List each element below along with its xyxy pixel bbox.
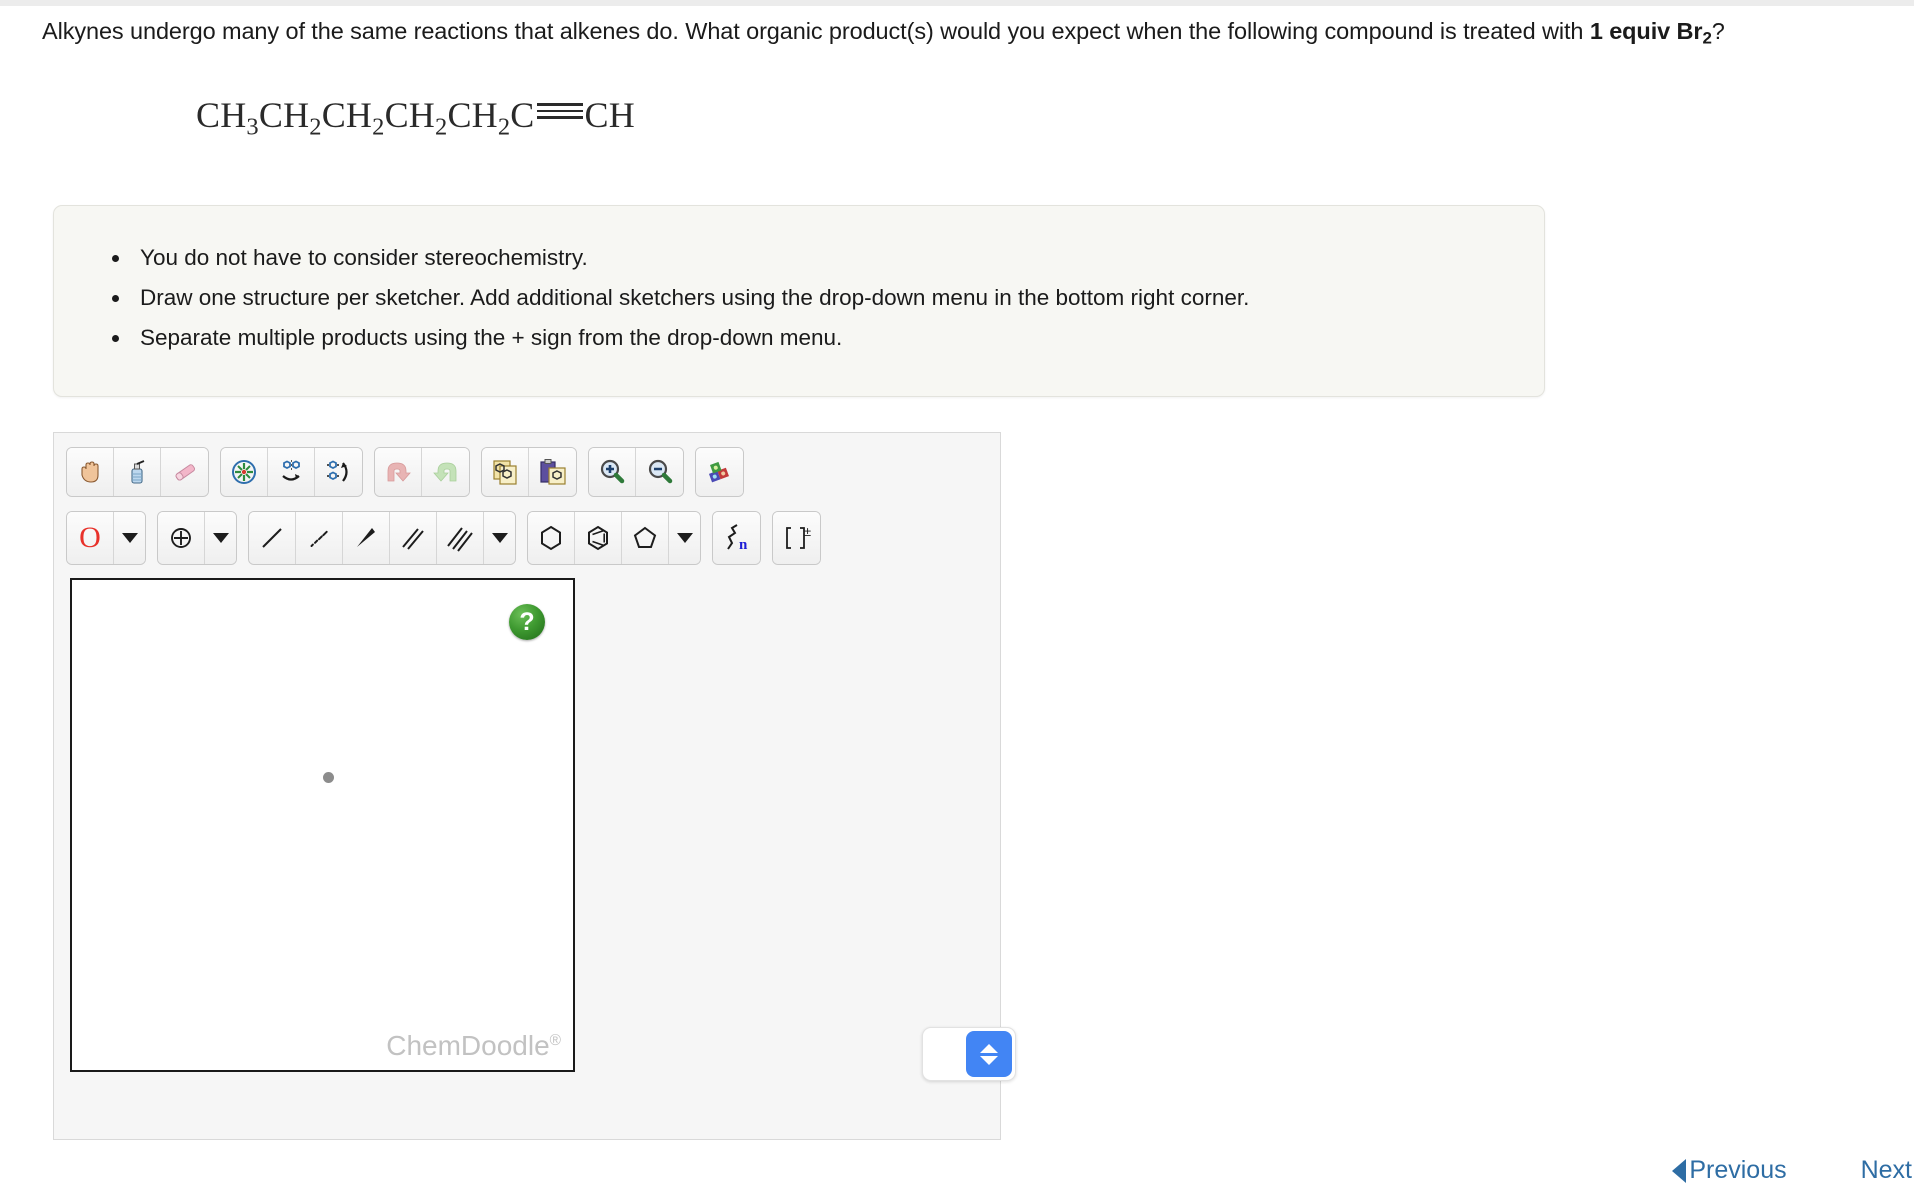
instructions-box: You do not have to consider stereochemis… bbox=[53, 205, 1545, 397]
page-root: Alkynes undergo many of the same reactio… bbox=[0, 0, 1914, 1198]
zoom-in-icon[interactable] bbox=[589, 448, 636, 496]
chemdoodle-watermark: ChemDoodle® bbox=[386, 1030, 561, 1062]
zoom-out-icon[interactable] bbox=[636, 448, 683, 496]
chevron-left-icon bbox=[1672, 1158, 1687, 1183]
copy-icon[interactable] bbox=[482, 448, 529, 496]
charge-icon[interactable] bbox=[158, 512, 205, 564]
footer-navigation: Previous Next bbox=[1672, 1156, 1914, 1185]
repeat-unit-icon[interactable]: n bbox=[713, 512, 760, 564]
atom-symbol-text: O bbox=[79, 521, 101, 554]
toolbar-group-repeat: n bbox=[712, 511, 761, 565]
triple-bond-icon[interactable] bbox=[437, 512, 484, 564]
hashed-bond-icon[interactable] bbox=[296, 512, 343, 564]
cyclohexane-ring-icon[interactable] bbox=[528, 512, 575, 564]
question-text: Alkynes undergo many of the same reactio… bbox=[42, 10, 1902, 52]
previous-button[interactable]: Previous bbox=[1672, 1156, 1787, 1185]
sketcher-toolbar-row-1 bbox=[66, 447, 755, 497]
next-button[interactable]: Next bbox=[1861, 1156, 1912, 1185]
pan-hand-icon[interactable] bbox=[67, 448, 114, 496]
toolbar-group-rings bbox=[527, 511, 701, 565]
formula-ch2-d: CH2 bbox=[447, 95, 511, 141]
question-subscript: 2 bbox=[1702, 28, 1712, 48]
list-item: Separate multiple products using the + s… bbox=[132, 318, 1544, 358]
toolbar-group-atom: O bbox=[66, 511, 146, 565]
toolbar-group-transform bbox=[220, 447, 363, 497]
chevron-down-icon bbox=[491, 533, 508, 543]
eraser-icon[interactable] bbox=[161, 448, 208, 496]
stepper-button[interactable] bbox=[966, 1031, 1012, 1077]
formula-ch2-a: CH2 bbox=[258, 95, 322, 141]
periodic-table-icon[interactable] bbox=[696, 448, 743, 496]
toolbar-group-zoom bbox=[588, 447, 684, 497]
toolbar-group-clipboard bbox=[481, 447, 577, 497]
formula-terminal-ch: CH bbox=[584, 95, 635, 135]
center-structure-icon[interactable] bbox=[221, 448, 268, 496]
toolbar-group-bonds bbox=[248, 511, 516, 565]
erase-all-icon[interactable] bbox=[114, 448, 161, 496]
chevron-down-icon bbox=[980, 1055, 998, 1065]
toolbar-group-history bbox=[374, 447, 470, 497]
previous-label: Previous bbox=[1689, 1156, 1787, 1184]
atom-cursor-dot bbox=[323, 772, 334, 783]
ring-dropdown-caret[interactable] bbox=[669, 512, 700, 564]
list-item: Draw one structure per sketcher. Add add… bbox=[132, 278, 1544, 318]
instructions-list: You do not have to consider stereochemis… bbox=[54, 206, 1544, 358]
sketcher-toolbar-row-2: O n ± bbox=[66, 511, 821, 565]
chemdoodle-sketcher-panel: O n ± ? ChemDoodle® bbox=[53, 432, 1016, 1140]
wedge-bond-icon[interactable] bbox=[343, 512, 390, 564]
toolbar-group-periodic bbox=[695, 447, 744, 497]
sketcher-canvas[interactable]: ? ChemDoodle® bbox=[70, 578, 575, 1072]
bond-dropdown-caret[interactable] bbox=[484, 512, 515, 564]
chevron-down-icon bbox=[212, 533, 229, 543]
registered-mark: ® bbox=[549, 1032, 561, 1049]
add-sketcher-dropdown[interactable] bbox=[922, 1027, 1016, 1081]
top-strip bbox=[0, 0, 1914, 6]
toolbar-group-bracket: ± bbox=[772, 511, 821, 565]
formula-ch2-b: CH2 bbox=[321, 95, 385, 141]
flip-vertical-icon[interactable] bbox=[315, 448, 362, 496]
triple-bond-icon bbox=[536, 103, 583, 119]
redo-icon[interactable] bbox=[422, 448, 469, 496]
formula-ch2-c: CH2 bbox=[384, 95, 448, 141]
list-item: You do not have to consider stereochemis… bbox=[132, 238, 1544, 278]
next-label: Next bbox=[1860, 1156, 1912, 1184]
undo-icon[interactable] bbox=[375, 448, 422, 496]
svg-text:±: ± bbox=[804, 524, 811, 539]
svg-text:n: n bbox=[739, 537, 748, 553]
watermark-text: ChemDoodle bbox=[386, 1030, 550, 1061]
formula-ch3: CH3 bbox=[196, 95, 259, 141]
question-text-bold: 1 equiv Br2 bbox=[1589, 18, 1712, 48]
charge-dropdown-caret[interactable] bbox=[205, 512, 236, 564]
help-icon[interactable]: ? bbox=[509, 604, 545, 640]
chevron-down-icon bbox=[121, 533, 138, 543]
cyclopentane-ring-icon[interactable] bbox=[622, 512, 669, 564]
toolbar-group-edit bbox=[66, 447, 209, 497]
benzene-ring-icon[interactable] bbox=[575, 512, 622, 564]
paste-icon[interactable] bbox=[529, 448, 576, 496]
bracket-charge-icon[interactable]: ± bbox=[773, 512, 820, 564]
single-bond-icon[interactable] bbox=[249, 512, 296, 564]
flip-horizontal-icon[interactable] bbox=[268, 448, 315, 496]
structural-formula: CH3CH2CH2CH2CH2C CH bbox=[196, 94, 635, 141]
double-bond-icon[interactable] bbox=[390, 512, 437, 564]
chevron-up-icon bbox=[980, 1043, 998, 1053]
question-text-tail: ? bbox=[1711, 18, 1725, 44]
toolbar-group-charge bbox=[157, 511, 237, 565]
question-text-part1: Alkynes undergo many of the same reactio… bbox=[42, 18, 1590, 44]
atom-dropdown-caret[interactable] bbox=[114, 512, 145, 564]
oxygen-atom-label[interactable]: O bbox=[67, 512, 114, 564]
formula-c: C bbox=[510, 95, 535, 135]
chevron-down-icon bbox=[676, 533, 693, 543]
